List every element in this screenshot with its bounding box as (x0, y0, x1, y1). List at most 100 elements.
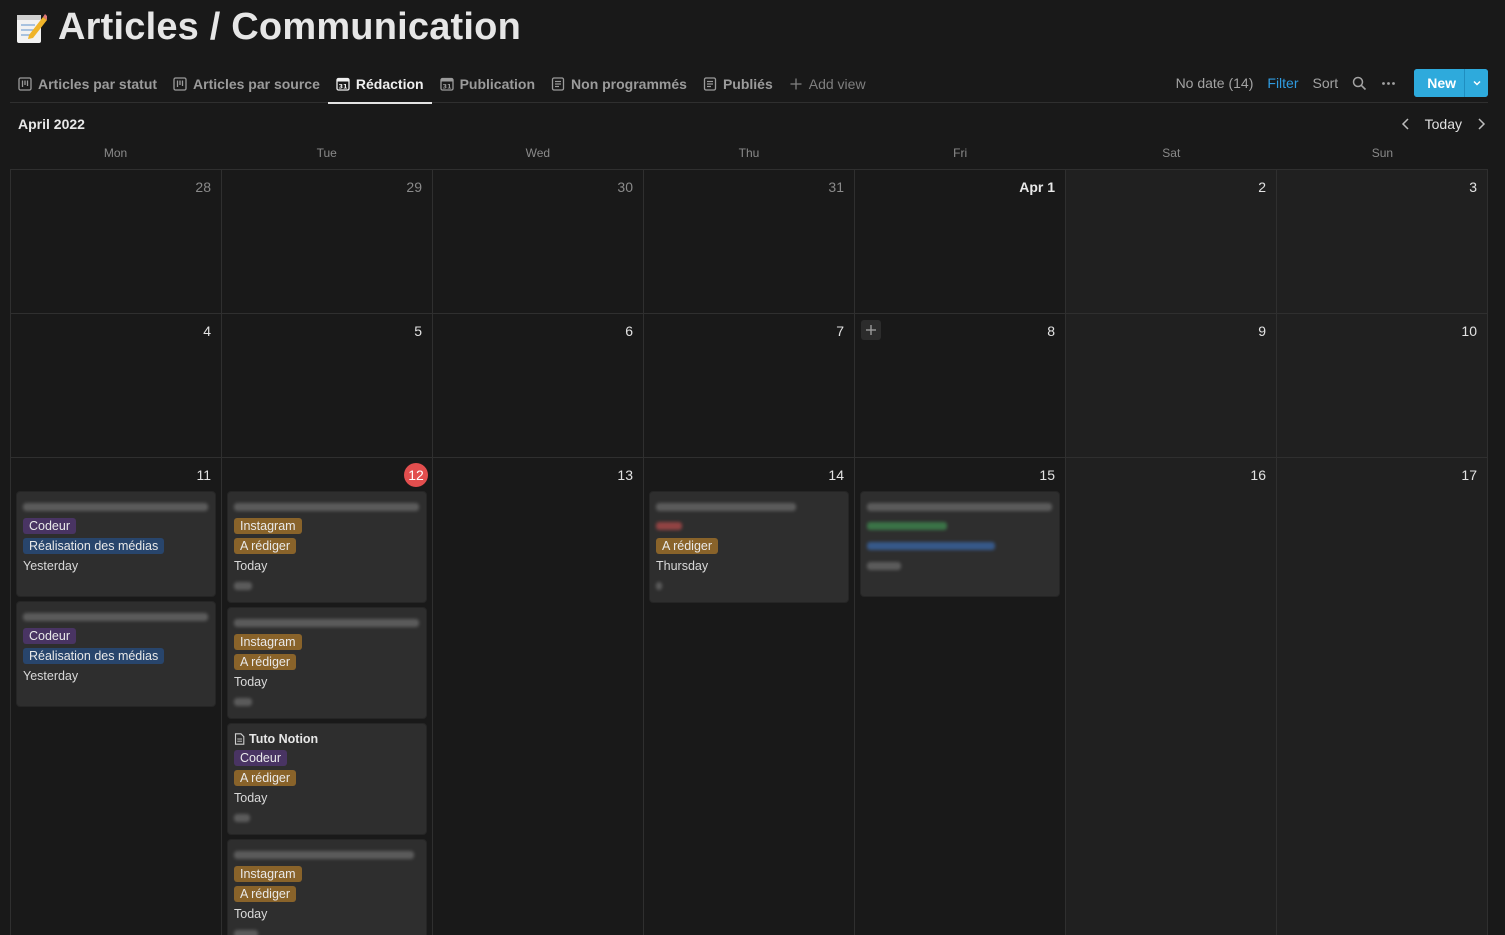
filter-button[interactable]: Filter (1267, 75, 1298, 91)
calendar-day[interactable]: 15 (855, 458, 1066, 935)
plus-icon (789, 77, 803, 91)
day-number: 9 (1258, 323, 1266, 339)
no-date-button[interactable]: No date (14) (1176, 75, 1254, 91)
calendar-day[interactable]: 16 (1066, 458, 1277, 935)
card-list (861, 492, 1059, 596)
card-extra-blurred (234, 576, 420, 596)
month-bar: April 2022 Today (18, 112, 1488, 136)
calendar-day[interactable]: 5 (222, 314, 433, 458)
calendar-day[interactable]: 17 (1277, 458, 1488, 935)
weekday-label: Mon (103, 146, 128, 160)
calendar-icon: 31 (439, 77, 454, 91)
chevron-down-icon[interactable] (1464, 69, 1488, 97)
calendar-card[interactable] (861, 492, 1059, 596)
card-title-blurred (867, 498, 1053, 516)
card-list: Codeur Réalisation des médias Yesterday … (17, 492, 215, 706)
today-button[interactable]: Today (1425, 116, 1462, 132)
tab-label: Rédaction (355, 75, 424, 92)
card-title: Tuto Notion (234, 730, 420, 748)
calendar-icon: 31 (336, 77, 350, 91)
calendar-card[interactable]: Instagram A rédiger Today (228, 840, 426, 935)
tag: Réalisation des médias (23, 648, 165, 664)
card-list: A rédiger Thursday (650, 492, 848, 602)
card-date: Today (234, 675, 268, 689)
day-number: 16 (1250, 467, 1266, 483)
day-number: 28 (195, 179, 211, 195)
new-button[interactable]: New (1414, 69, 1464, 97)
day-number: 29 (406, 179, 422, 195)
calendar-day[interactable]: 4 (11, 314, 222, 458)
day-number: 7 (836, 323, 844, 339)
weekday-label: Wed (525, 146, 551, 160)
calendar-day[interactable]: 11 Codeur Réalisation des médias Yesterd… (11, 458, 222, 935)
weekday-label: Fri (953, 146, 968, 160)
tag-blurred (867, 516, 1053, 536)
card-date: Today (234, 791, 268, 805)
calendar-day[interactable]: 29 (222, 170, 433, 314)
board-icon (173, 76, 187, 91)
tab-articles-par-source[interactable]: Articles par source (165, 64, 328, 103)
card-date: Today (234, 559, 268, 573)
tag-blurred (656, 516, 842, 536)
add-view-button[interactable]: Add view (781, 64, 874, 103)
calendar-day[interactable]: Apr 1 (855, 170, 1066, 314)
tag: A rédiger (656, 538, 719, 554)
calendar-day[interactable]: 13 (433, 458, 644, 935)
memo-icon[interactable] (14, 10, 48, 46)
page-title: Articles / Communication (58, 6, 521, 48)
tab-publies[interactable]: Publiés (695, 64, 781, 103)
tab-publication[interactable]: 31 Publication (432, 64, 543, 103)
calendar-card[interactable]: Instagram A rédiger Today (228, 608, 426, 718)
calendar-day[interactable]: 9 (1066, 314, 1277, 458)
day-number: 2 (1258, 179, 1266, 195)
calendar-week: 28 29 30 31 Apr 1 2 3 (11, 170, 1488, 314)
more-options-icon[interactable] (1381, 76, 1396, 91)
card-date: Today (234, 907, 268, 921)
tab-articles-par-statut[interactable]: Articles par statut (10, 64, 165, 103)
search-icon[interactable] (1352, 76, 1367, 91)
tab-label: Articles par statut (38, 75, 158, 92)
calendar-day[interactable]: 14 A rédiger Thursday (644, 458, 855, 935)
tab-redaction[interactable]: 31 Rédaction (327, 64, 432, 104)
card-extra-blurred (234, 924, 420, 935)
chevron-left-icon[interactable] (1399, 117, 1413, 131)
tag: Instagram (234, 634, 302, 650)
calendar-day[interactable]: 7 (644, 314, 855, 458)
calendar-day[interactable]: 3 (1277, 170, 1488, 314)
tag: Codeur (23, 628, 76, 644)
tag: A rédiger (234, 770, 297, 786)
day-number: 13 (617, 467, 633, 483)
tag: Instagram (234, 866, 302, 882)
calendar-day[interactable]: 30 (433, 170, 644, 314)
calendar-card[interactable]: Codeur Réalisation des médias Yesterday (17, 492, 215, 596)
weekday-header: Mon Tue Wed Thu Fri Sat Sun (10, 146, 1488, 164)
card-date: Thursday (656, 559, 709, 573)
card-date: Yesterday (23, 669, 79, 683)
tab-non-programmes[interactable]: Non programmés (543, 64, 695, 103)
list-icon (703, 76, 717, 91)
calendar-card[interactable]: Tuto Notion Codeur A rédiger Today (228, 724, 426, 834)
calendar-card[interactable]: Instagram A rédiger Today (228, 492, 426, 602)
calendar-day[interactable]: 2 (1066, 170, 1277, 314)
calendar-card[interactable]: Codeur Réalisation des médias Yesterday (17, 602, 215, 706)
add-page-icon[interactable] (861, 320, 881, 340)
new-button-group: New (1414, 69, 1488, 97)
svg-text:31: 31 (338, 82, 348, 90)
calendar-day[interactable]: 10 (1277, 314, 1488, 458)
chevron-right-icon[interactable] (1474, 117, 1488, 131)
tab-label: Publication (459, 75, 536, 92)
calendar-day[interactable]: 6 (433, 314, 644, 458)
calendar-day[interactable]: 8 (855, 314, 1066, 458)
calendar-card[interactable]: A rédiger Thursday (650, 492, 848, 602)
sort-button[interactable]: Sort (1313, 75, 1339, 91)
calendar-day[interactable]: 28 (11, 170, 222, 314)
day-number: 30 (617, 179, 633, 195)
month-label: April 2022 (18, 116, 85, 132)
calendar-day[interactable]: 31 (644, 170, 855, 314)
calendar-day[interactable]: 12 Instagram A rédiger Today Instagram A… (222, 458, 433, 935)
tag: Codeur (23, 518, 76, 534)
day-number: 4 (203, 323, 211, 339)
view-actions: No date (14) Filter Sort New (1176, 69, 1488, 97)
day-number: 5 (414, 323, 422, 339)
card-title-blurred (23, 608, 209, 626)
